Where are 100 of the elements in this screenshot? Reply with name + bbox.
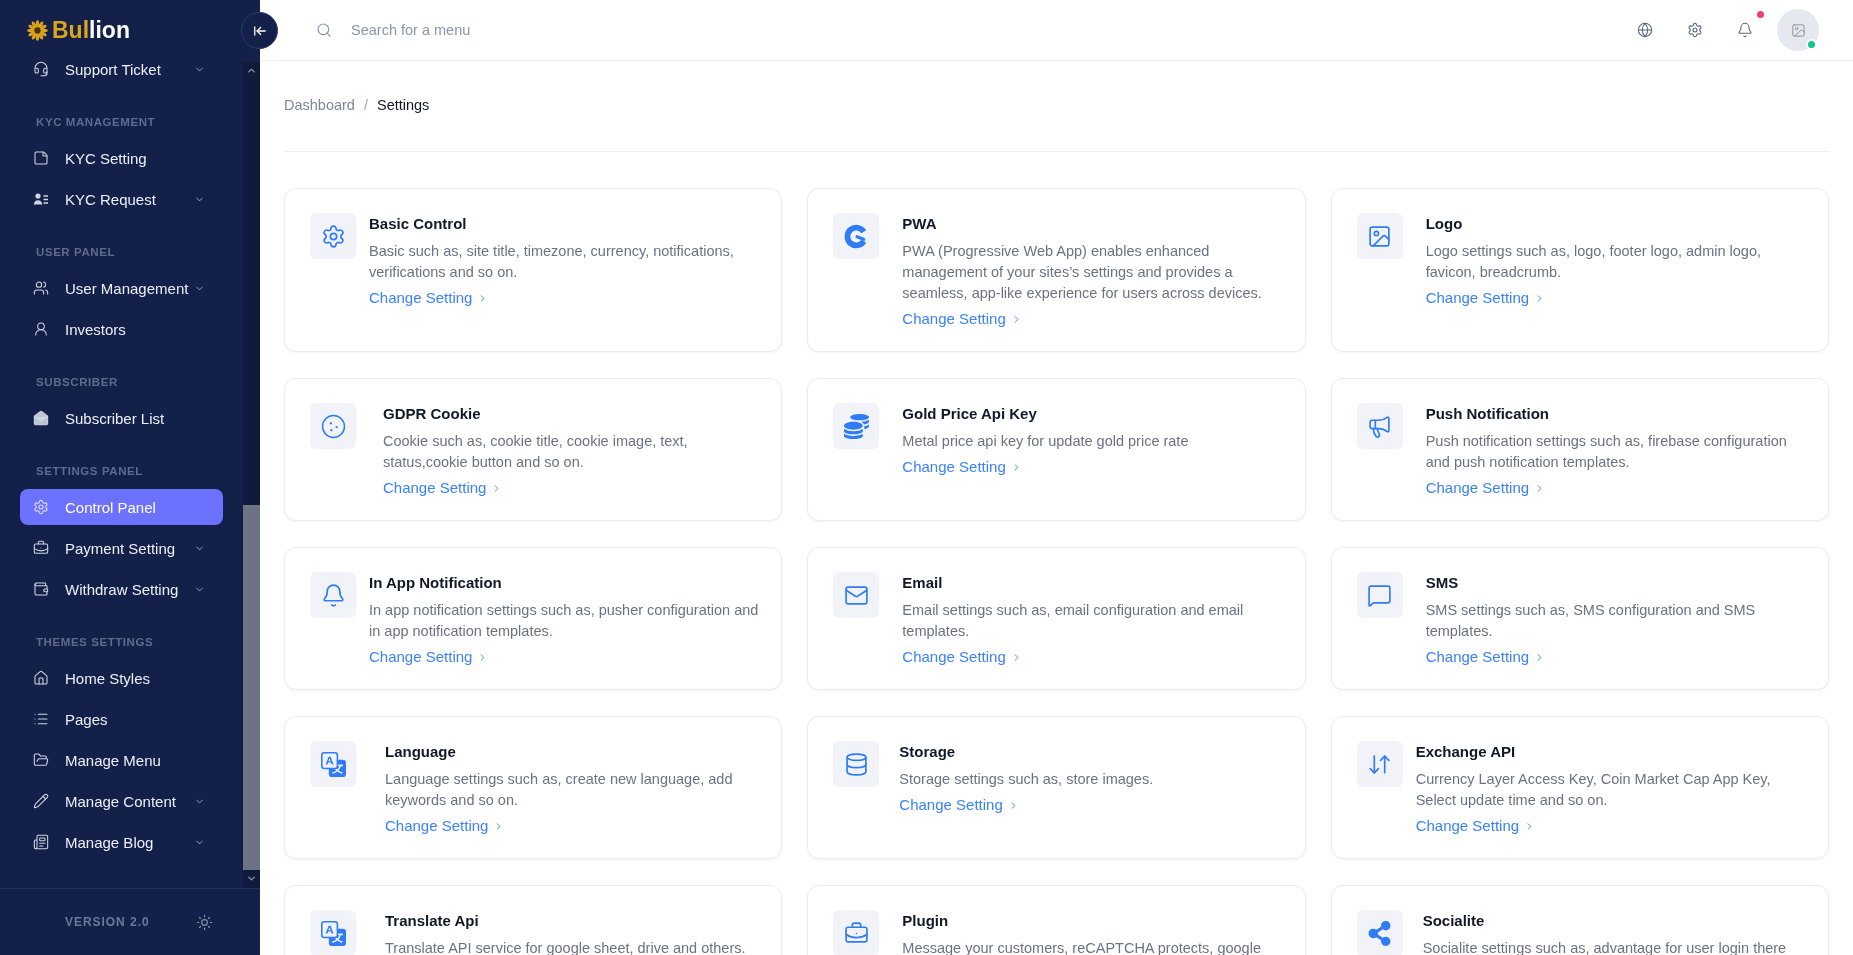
headset-icon xyxy=(33,61,49,77)
card-title: Socialite xyxy=(1422,911,1485,931)
pencil-icon xyxy=(33,793,49,809)
sidebar-item[interactable]: Subscriber List xyxy=(20,400,223,436)
card-description: Metal price api key for update gold price rate xyxy=(902,432,1189,451)
sidebar-item[interactable]: Investors xyxy=(20,311,223,347)
house-icon xyxy=(33,670,49,686)
sticky-note-icon xyxy=(33,150,49,166)
folder-icon xyxy=(33,752,49,768)
card-title: Logo xyxy=(1425,214,1463,234)
sun-icon[interactable] xyxy=(195,913,213,931)
card-title: Plugin xyxy=(902,911,949,931)
image-icon xyxy=(1356,213,1403,259)
coins-icon xyxy=(833,403,880,449)
notification-bell-icon[interactable] xyxy=(1737,22,1753,38)
section-heading: USER PANEL xyxy=(35,245,117,259)
chevron-down-icon[interactable] xyxy=(246,873,257,884)
breadcrumb-current: Settings xyxy=(376,96,430,115)
users-icon xyxy=(33,280,49,296)
settings-icon[interactable] xyxy=(1687,22,1703,38)
breadcrumb-link[interactable]: Dashboard xyxy=(284,95,355,115)
card-title: Translate Api xyxy=(385,911,479,931)
sidebar-item[interactable]: Support Ticket xyxy=(20,51,223,87)
card-description: Basic such as, site title, timezone, currency, notifications, verifications and so on. xyxy=(369,242,735,282)
section-heading: SETTINGS PANEL xyxy=(35,464,144,478)
card-title: SMS xyxy=(1425,573,1459,593)
c-shape-icon xyxy=(833,213,880,259)
chevron-up-icon[interactable] xyxy=(246,65,257,76)
settings-icon xyxy=(310,213,356,259)
change-setting-link[interactable]: Change Setting xyxy=(1425,647,1546,667)
list-icon xyxy=(33,711,49,727)
search-icon xyxy=(316,22,332,38)
globe-icon[interactable] xyxy=(1637,22,1653,38)
database-icon xyxy=(833,741,880,787)
card-description: PWA (Progressive Web App) enables enhanced management of your sites’s settings and provides a seamless, app-like experience for users across devices. xyxy=(902,242,1263,303)
sidebar-item[interactable]: Withdraw Setting xyxy=(20,571,223,607)
briefcase-icon xyxy=(33,540,49,556)
sidebar-item[interactable]: KYC Setting xyxy=(20,140,223,176)
swap-arrows-icon xyxy=(1356,741,1403,787)
bell-icon xyxy=(310,572,356,618)
change-setting-link[interactable]: Change Setting xyxy=(369,288,489,308)
card-title: Basic Control xyxy=(369,214,467,234)
card-description: Email settings such as, email configuration and email templates. xyxy=(902,601,1245,641)
sidebar-item[interactable]: Manage Blog xyxy=(20,824,223,860)
settings-icon xyxy=(33,499,49,515)
wallet-icon xyxy=(33,581,49,597)
change-setting-link[interactable]: Change Setting xyxy=(383,478,503,498)
version-label: VERSION 2.0 xyxy=(65,914,150,931)
cookie-icon xyxy=(310,403,356,449)
user-list-icon xyxy=(33,191,49,207)
card-description: Storage settings such as, store images. xyxy=(899,770,1154,789)
change-setting-link[interactable]: Change Setting xyxy=(385,816,505,836)
card-description: Currency Layer Access Key, Coin Market Cap App Key, Select update time and so on. xyxy=(1415,770,1772,810)
image-icon xyxy=(1790,22,1806,38)
card-description: Logo settings such as, logo, footer logo, admin logo, favicon, breadcrumb. xyxy=(1425,242,1762,282)
change-setting-link[interactable]: Change Setting xyxy=(902,457,1022,477)
card-title: Email xyxy=(902,573,943,593)
card-title: Exchange API xyxy=(1415,742,1516,762)
mail-icon xyxy=(833,572,880,618)
card-description: SMS settings such as, SMS configuration and SMS templates. xyxy=(1425,601,1757,641)
change-setting-link[interactable]: Change Setting xyxy=(369,647,489,667)
card-title: In App Notification xyxy=(369,573,502,593)
scrollbar-thumb[interactable] xyxy=(243,505,260,870)
card-title: Push Notification xyxy=(1425,404,1549,424)
section-heading: THEMES SETTINGS xyxy=(35,635,155,649)
chat-bubble-icon xyxy=(1356,572,1403,618)
sidebar-item[interactable]: Control Panel xyxy=(20,489,223,525)
change-setting-link[interactable]: Change Setting xyxy=(1415,816,1536,836)
change-setting-link[interactable]: Change Setting xyxy=(902,309,1022,329)
card-description: Push notification settings such as, firebase configuration and push notification templates. xyxy=(1425,432,1788,472)
sidebar-item[interactable]: User Management xyxy=(20,270,223,306)
card-description: In app notification settings such as, pusher configuration and in app notification templates. xyxy=(369,601,760,641)
sidebar-item[interactable]: KYC Request xyxy=(20,181,223,217)
card-title: Gold Price Api Key xyxy=(902,404,1037,424)
logo-text: Bullion xyxy=(52,19,130,42)
change-setting-link[interactable]: Change Setting xyxy=(899,795,1019,815)
section-heading: SUBSCRIBER xyxy=(35,375,119,389)
change-setting-link[interactable]: Change Setting xyxy=(902,647,1022,667)
sidebar-item[interactable]: Home Styles xyxy=(20,660,223,696)
scrollbar-track[interactable] xyxy=(243,62,260,888)
breadcrumb-separator: / xyxy=(363,96,368,115)
newspaper-icon xyxy=(33,834,49,850)
flower-logo-icon xyxy=(27,20,48,41)
change-setting-link[interactable]: Change Setting xyxy=(1425,478,1546,498)
sidebar-item[interactable]: Manage Menu xyxy=(20,742,223,778)
translate-icon xyxy=(310,741,356,787)
arrow-to-line-icon xyxy=(252,23,267,38)
sidebar-item[interactable]: Pages xyxy=(20,701,223,737)
card-title: GDPR Cookie xyxy=(383,404,481,424)
search-field[interactable]: Search for a menu xyxy=(351,14,771,46)
sidebar-item[interactable]: Payment Setting xyxy=(20,530,223,566)
card-description: Language settings such as, create new language, add keywords and so on. xyxy=(385,770,734,810)
card-title: Storage xyxy=(899,742,956,762)
section-heading: KYC MANAGEMENT xyxy=(35,115,157,129)
megaphone-icon xyxy=(1356,403,1403,449)
change-setting-link[interactable]: Change Setting xyxy=(1425,288,1546,308)
card-description: Cookie such as, cookie title, cookie image, text, status,cookie button and so on. xyxy=(383,432,689,472)
open-envelope-icon xyxy=(33,410,49,426)
person-icon xyxy=(33,321,49,337)
sidebar-item[interactable]: Manage Content xyxy=(20,783,223,819)
